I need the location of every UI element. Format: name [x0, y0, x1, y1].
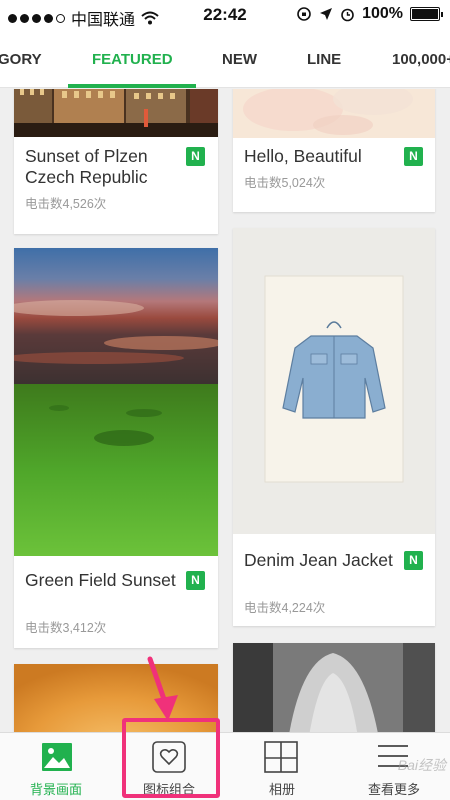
nav-album[interactable]: 相册: [226, 733, 338, 800]
image-icon: [42, 743, 72, 771]
category-tabs: GORY FEATURED NEW LINE 100,000+: [0, 30, 450, 88]
wallpaper-card-monochrome[interactable]: [233, 643, 435, 732]
wallpaper-thumbnail[interactable]: [233, 89, 435, 138]
battery-percent: 100%: [362, 5, 403, 22]
watermark: Bai经验: [397, 757, 446, 773]
wallpaper-thumbnail[interactable]: [14, 89, 218, 137]
tab-100000[interactable]: 100,000+: [392, 51, 450, 68]
wallpaper-card-hello-beautiful[interactable]: Hello, Beautiful 电击数5,024次 N: [233, 89, 435, 212]
card-click-count: 电击数4,526次: [25, 197, 107, 211]
card-title: Denim Jean Jacket: [244, 550, 393, 570]
new-badge: N: [404, 551, 423, 570]
new-badge: N: [186, 571, 205, 590]
battery-icon: [410, 7, 443, 21]
card-click-count: 电击数3,412次: [25, 621, 107, 635]
annotation-arrow: [147, 656, 178, 721]
wallpaper-thumbnail[interactable]: [233, 228, 435, 534]
nav-label: 图标组合: [142, 782, 195, 797]
wallpaper-feed[interactable]: Sunset of Plzen Czech Republic 电击数4,526次…: [0, 89, 450, 732]
card-click-count: 电击数5,024次: [244, 176, 326, 190]
wallpaper-thumbnail[interactable]: [233, 643, 435, 732]
location-arrow-icon: [320, 8, 333, 20]
wallpaper-card-green-field[interactable]: Green Field Sunset 电击数3,412次 N: [14, 248, 218, 648]
wallpaper-thumbnail[interactable]: [14, 248, 218, 556]
active-tab-indicator: [68, 84, 196, 88]
card-title: Green Field Sunset: [25, 570, 176, 590]
nav-icon-sets[interactable]: 图标组合: [113, 733, 225, 800]
bottom-tab-bar: 背景画面 图标组合 相册 查看更多: [0, 732, 450, 800]
tab-category[interactable]: GORY: [0, 51, 42, 68]
wallpaper-card-denim-jacket[interactable]: Denim Jean Jacket 电击数4,224次 N: [233, 228, 435, 626]
tab-featured[interactable]: FEATURED: [92, 51, 173, 68]
heart-icon: [152, 741, 186, 773]
card-click-count: 电击数4,224次: [244, 601, 326, 615]
wallpaper-card-plzen[interactable]: Sunset of Plzen Czech Republic 电击数4,526次…: [14, 89, 218, 234]
grid-icon: [264, 741, 298, 773]
new-badge: N: [404, 147, 423, 166]
tab-line[interactable]: LINE: [307, 51, 341, 68]
status-bar: 中国联通 22:42 100%: [0, 0, 450, 30]
nav-label: 背景画面: [29, 782, 82, 797]
card-title: Hello, Beautiful: [244, 146, 362, 166]
nav-label: 相册: [268, 782, 295, 797]
nav-label: 查看更多: [367, 782, 420, 797]
rotation-lock-icon: [297, 7, 311, 21]
new-badge: N: [186, 147, 205, 166]
tab-new[interactable]: NEW: [222, 51, 257, 68]
nav-wallpapers[interactable]: 背景画面: [0, 733, 112, 800]
alarm-icon: [341, 8, 354, 21]
card-title: Sunset of Plzen Czech Republic: [25, 146, 148, 187]
